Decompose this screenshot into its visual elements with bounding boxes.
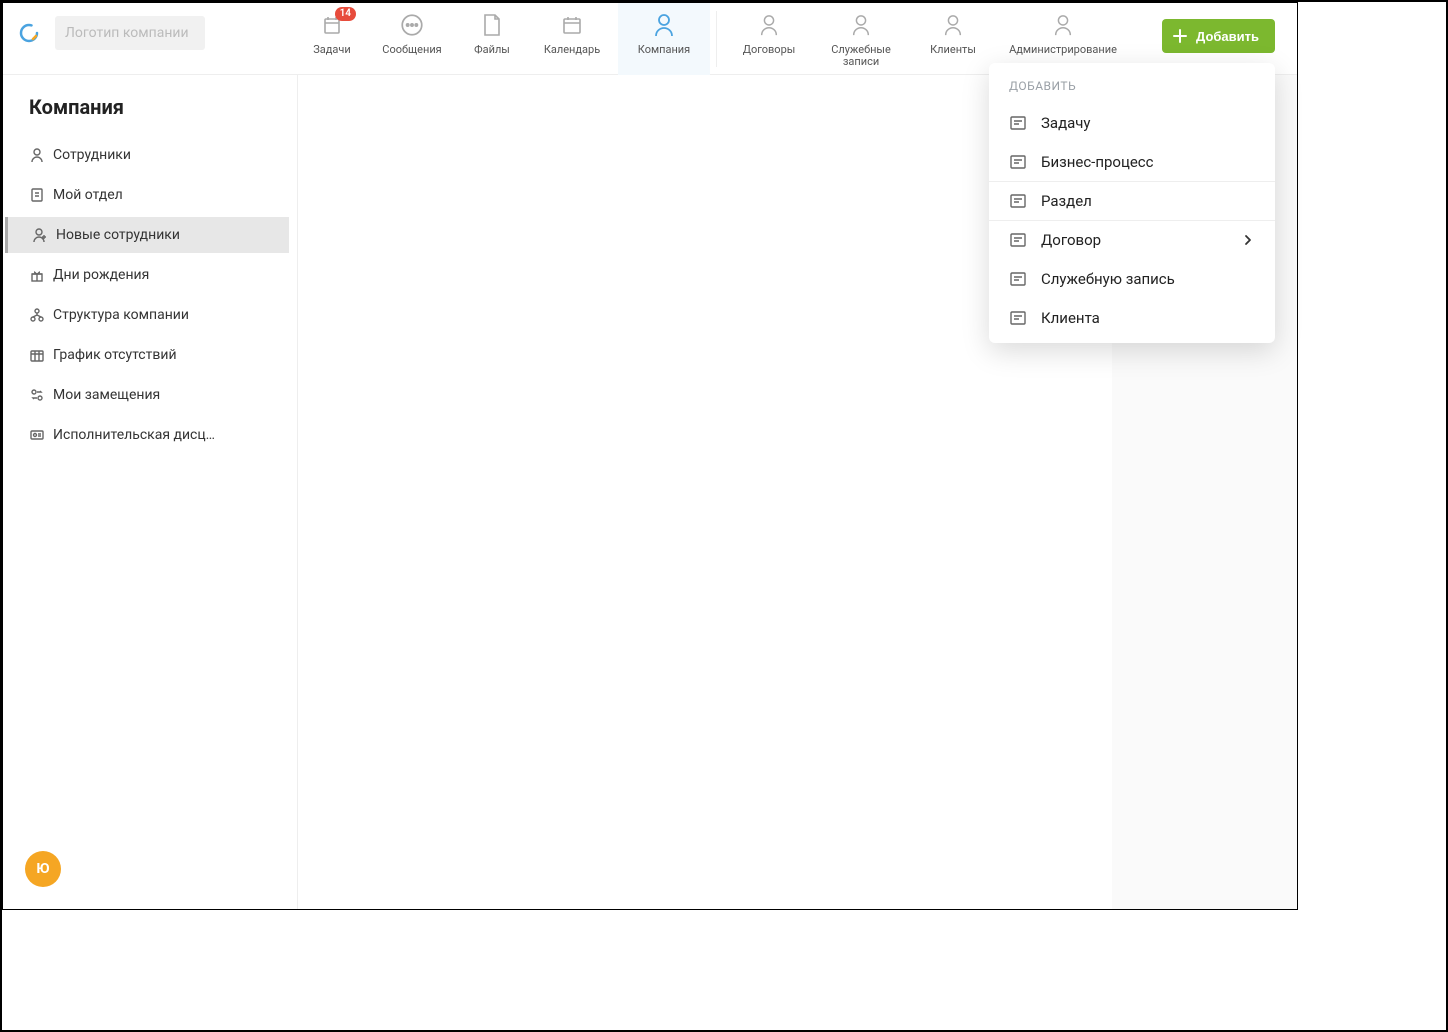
swap-icon [27,387,47,403]
sidebar-item-label: Сотрудники [53,147,131,163]
sidebar-item-structure[interactable]: Структура компании [5,297,289,333]
nav-tab-files[interactable]: Файлы [458,3,526,75]
dropdown-item-label: Договор [1041,231,1101,249]
nav-tab-label: Клиенты [930,44,976,56]
sidebar-title: Компания [3,89,297,133]
form-icon [1009,153,1029,171]
plus-icon [1172,28,1188,44]
person-add-icon [30,227,50,243]
nav-tab-label: Компания [638,44,690,56]
form-icon [1009,309,1029,327]
dropdown-item-contract[interactable]: Договор [989,220,1275,259]
calendar-icon [558,11,586,39]
sidebar-item-label: Дни рождения [53,267,149,283]
sidebar-item-my-dept[interactable]: Мой отдел [5,177,289,213]
sidebar-item-absence[interactable]: График отсутствий [5,337,289,373]
chevron-right-icon [1241,233,1255,247]
dropdown-item-section[interactable]: Раздел [989,181,1275,220]
dropdown-item-client[interactable]: Клиента [989,298,1275,337]
nav-tab-clients[interactable]: Клиенты [907,3,999,75]
nav-tab-tasks[interactable]: 14 Задачи [298,3,366,75]
brand-logo-icon [17,21,41,45]
sidebar: Компания Сотрудники Мой отдел Новые сотр… [3,75,298,909]
sidebar-item-label: Новые сотрудники [56,227,180,243]
logo-block: Логотип компании [3,3,298,63]
form-icon [1009,270,1029,288]
dropdown-item-label: Служебную запись [1041,270,1175,288]
nav-tab-label: Служебные записи [831,44,891,68]
messages-icon [398,11,426,39]
dropdown-item-task[interactable]: Задачу [989,103,1275,142]
nav-tab-label: Договоры [743,44,796,56]
org-icon [27,307,47,323]
add-dropdown: ДОБАВИТЬ Задачу Бизнес-процесс Раздел [989,63,1275,343]
dropdown-item-label: Клиента [1041,309,1100,327]
top-bar: Логотип компании 14 Задачи [3,3,1297,75]
sidebar-item-employees[interactable]: Сотрудники [5,137,289,173]
contracts-icon [755,11,783,39]
badge-icon [27,427,47,443]
company-logo-placeholder[interactable]: Логотип компании [55,16,205,50]
sidebar-item-label: Структура компании [53,307,189,323]
nav-tab-label: Сообщения [382,44,441,56]
sidebar-item-label: Исполнительская дисц… [53,427,215,443]
calendar-grid-icon [27,347,47,363]
user-avatar[interactable]: Ю [25,851,61,887]
sidebar-item-birthdays[interactable]: Дни рождения [5,257,289,293]
company-icon [650,11,678,39]
sidebar-item-substitutions[interactable]: Мои замещения [5,377,289,413]
add-button-label: Добавить [1196,29,1259,44]
company-logo-text: Логотип компании [65,25,189,41]
sidebar-item-label: Мой отдел [53,187,123,203]
nav-separator [716,11,717,67]
add-button[interactable]: Добавить [1162,19,1275,53]
nav-tab-memos[interactable]: Служебные записи [815,3,907,75]
dropdown-item-memo[interactable]: Служебную запись [989,259,1275,298]
dropdown-item-label: Бизнес-процесс [1041,153,1154,171]
nav-tab-label: Задачи [313,44,350,56]
nav-tab-company[interactable]: Компания [618,3,710,75]
tasks-badge: 14 [335,7,356,21]
form-icon [1009,231,1029,249]
sidebar-item-discipline[interactable]: Исполнительская дисц… [5,417,289,453]
nav-tab-calendar[interactable]: Календарь [526,3,618,75]
sidebar-item-new-employees[interactable]: Новые сотрудники [5,217,289,253]
avatar-initial: Ю [36,861,49,877]
dropdown-item-label: Раздел [1041,192,1092,210]
form-icon [1009,114,1029,132]
dropdown-item-label: Задачу [1041,114,1091,132]
memos-icon [847,11,875,39]
sidebar-item-label: График отсутствий [53,347,177,363]
clipboard-icon [27,187,47,203]
nav-tab-label: Файлы [474,44,510,56]
admin-icon [1049,11,1077,39]
form-icon [1009,192,1029,210]
sidebar-item-label: Мои замещения [53,387,160,403]
files-icon [478,11,506,39]
nav-tab-messages[interactable]: Сообщения [366,3,458,75]
dropdown-item-process[interactable]: Бизнес-процесс [989,142,1275,181]
gift-icon [27,267,47,283]
person-icon [27,147,47,163]
dropdown-header: ДОБАВИТЬ [989,77,1275,103]
nav-tab-contracts[interactable]: Договоры [723,3,815,75]
nav-tab-label: Календарь [544,44,600,56]
nav-tab-label: Администрирование [1009,44,1117,56]
clients-icon [939,11,967,39]
